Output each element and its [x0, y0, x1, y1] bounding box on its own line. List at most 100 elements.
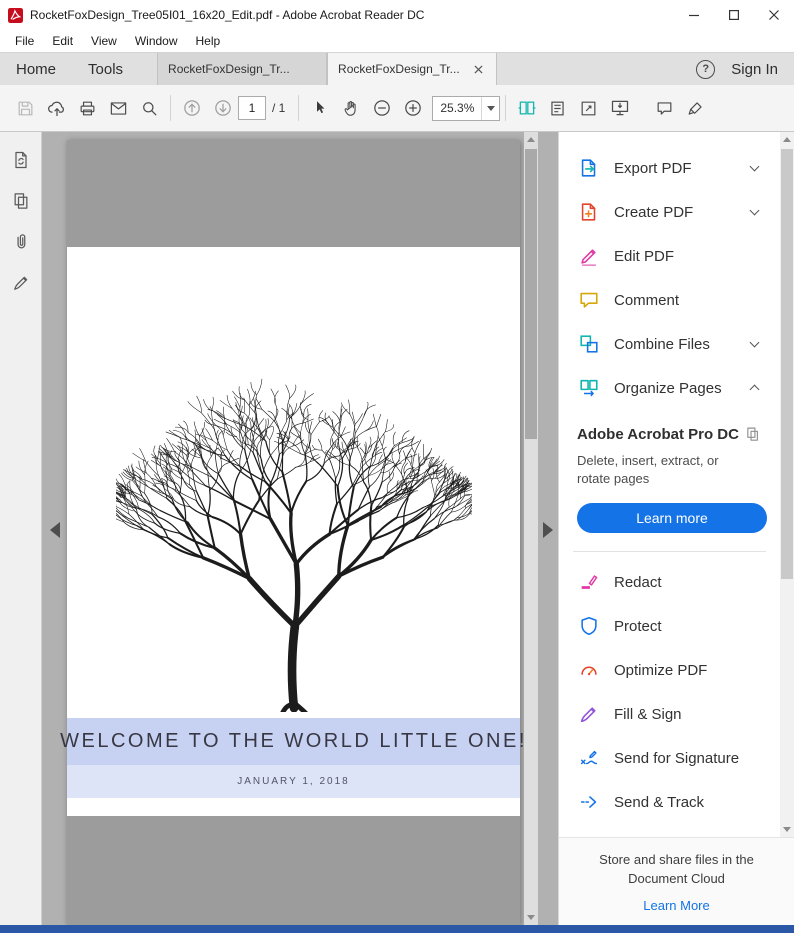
scrollbar-thumb[interactable]	[781, 149, 793, 579]
menu-window[interactable]: Window	[126, 31, 187, 51]
footer-learn-more-link[interactable]: Learn More	[643, 898, 709, 913]
tool-label: Create PDF	[614, 203, 694, 221]
send-track-icon	[577, 790, 601, 814]
tools-list-secondary: Redact Protect Optimize PDF Fill & Sign	[559, 552, 780, 824]
paperclip-icon	[16, 234, 25, 249]
hand-tool-button[interactable]	[335, 91, 366, 125]
convert-pdf-button[interactable]	[9, 148, 33, 172]
send-for-signature-icon	[577, 746, 601, 770]
previous-page-icon	[183, 100, 200, 116]
document-viewport[interactable]: WELCOME TO THE WORLD LITTLE ONE! JANUARY…	[42, 132, 538, 925]
edit-pdf-icon	[577, 244, 601, 268]
zoom-out-button[interactable]	[366, 91, 397, 125]
tab-tools[interactable]: Tools	[72, 53, 139, 85]
save-to-cloud-button[interactable]	[41, 91, 72, 125]
zoom-level-dropdown[interactable]: 25.3%	[432, 95, 501, 121]
search-icon	[143, 101, 157, 115]
scroll-up-button[interactable]	[524, 132, 538, 147]
maximize-button[interactable]	[714, 0, 754, 30]
fit-page-icon	[551, 101, 565, 115]
title-bar: RocketFoxDesign_Tree05I01_16x20_Edit.pdf…	[0, 0, 794, 30]
scroll-down-button[interactable]	[524, 910, 538, 925]
highlight-tool-button[interactable]	[680, 91, 711, 125]
arrow-down-icon	[783, 827, 791, 832]
scrollbar-thumb[interactable]	[525, 149, 537, 439]
left-pane-toggle-arrow[interactable]	[50, 522, 60, 538]
tab-bar: Home Tools RocketFoxDesign_Tr... RocketF…	[0, 52, 794, 85]
chevron-down-icon[interactable]	[749, 161, 760, 172]
tool-fill-sign[interactable]: Fill & Sign	[559, 692, 780, 736]
tool-redact[interactable]: Redact	[559, 560, 780, 604]
page-bottom-band	[67, 816, 520, 925]
tool-label: Send for Signature	[614, 749, 740, 767]
tools-panel-scrollbar[interactable]	[780, 132, 794, 837]
search-button[interactable]	[134, 91, 165, 125]
tool-combine-files[interactable]: Combine Files	[559, 322, 780, 366]
create-pdf-icon	[577, 200, 601, 224]
tools-panel: Export PDF Create PDF Edit PDF Comment C…	[558, 132, 794, 925]
menu-edit[interactable]: Edit	[43, 31, 82, 51]
tool-label: Protect	[614, 617, 662, 635]
document-tab-active[interactable]: RocketFoxDesign_Tr...	[327, 53, 498, 85]
scroll-down-button[interactable]	[780, 822, 794, 837]
document-tab-label: RocketFoxDesign_Tr...	[168, 62, 290, 76]
hand-tool-icon	[344, 100, 356, 116]
scroll-up-button[interactable]	[780, 132, 794, 147]
print-button[interactable]	[72, 91, 103, 125]
fit-page-button[interactable]	[542, 91, 573, 125]
tool-send-track[interactable]: Send & Track	[559, 780, 780, 824]
tool-export-pdf[interactable]: Export PDF	[559, 146, 780, 190]
footer-text: Store and share files in the Document Cl…	[599, 852, 754, 886]
promo-description: Delete, insert, extract, or rotate pages	[577, 453, 719, 486]
signatures-button[interactable]	[9, 271, 33, 295]
email-button[interactable]	[103, 91, 134, 125]
menu-view[interactable]: View	[82, 31, 126, 51]
attachments-button[interactable]	[9, 230, 33, 254]
tool-comment[interactable]: Comment	[559, 278, 780, 322]
previous-page-button[interactable]	[176, 91, 207, 125]
arrow-up-icon	[527, 137, 535, 142]
select-tool-button[interactable]	[304, 91, 335, 125]
toolbar-separator	[505, 95, 507, 121]
sign-in-link[interactable]: Sign In	[731, 61, 778, 78]
menu-file[interactable]: File	[6, 31, 43, 51]
presentation-mode-button[interactable]	[604, 91, 635, 125]
page-display-button[interactable]	[511, 91, 542, 125]
toolbar-separator	[170, 95, 171, 121]
tool-optimize-pdf[interactable]: Optimize PDF	[559, 648, 780, 692]
tab-close-icon[interactable]	[471, 62, 486, 77]
chevron-down-icon[interactable]	[749, 205, 760, 216]
tab-home[interactable]: Home	[0, 53, 72, 85]
tool-label: Combine Files	[614, 335, 710, 353]
document-scrollbar[interactable]	[524, 132, 538, 925]
export-pdf-icon	[577, 156, 601, 180]
tool-send-for-signature[interactable]: Send for Signature	[559, 736, 780, 780]
close-button[interactable]	[754, 0, 794, 30]
minimize-button[interactable]	[674, 0, 714, 30]
zoom-level-button[interactable]	[573, 91, 604, 125]
comment-tool-button[interactable]	[649, 91, 680, 125]
tools-pane-toggle-arrow[interactable]	[543, 522, 553, 538]
help-icon[interactable]: ?	[696, 59, 716, 79]
document-cloud-footer: Store and share files in the Document Cl…	[559, 837, 794, 925]
page-content	[67, 247, 520, 718]
copy-pages-button[interactable]	[9, 189, 33, 213]
chevron-down-icon[interactable]	[749, 337, 760, 348]
learn-more-button[interactable]: Learn more	[577, 503, 767, 534]
page-number-input[interactable]	[238, 96, 266, 120]
save-button[interactable]	[10, 91, 41, 125]
tool-protect[interactable]: Protect	[559, 604, 780, 648]
page-banner-title: WELCOME TO THE WORLD LITTLE ONE!	[60, 718, 524, 765]
menu-help[interactable]: Help	[187, 31, 230, 51]
document-tab-inactive[interactable]: RocketFoxDesign_Tr...	[157, 53, 328, 85]
zoom-dropdown-caret[interactable]	[481, 96, 499, 120]
zoom-in-button[interactable]	[397, 91, 428, 125]
next-page-button[interactable]	[207, 91, 238, 125]
pdf-page: WELCOME TO THE WORLD LITTLE ONE! JANUARY…	[60, 140, 524, 925]
cloud-upload-icon	[47, 101, 64, 117]
tool-edit-pdf[interactable]: Edit PDF	[559, 234, 780, 278]
chevron-up-icon[interactable]	[749, 384, 760, 395]
promo-header: Adobe Acrobat Pro DC	[577, 426, 762, 443]
tool-organize-pages[interactable]: Organize Pages	[559, 366, 780, 410]
tool-create-pdf[interactable]: Create PDF	[559, 190, 780, 234]
